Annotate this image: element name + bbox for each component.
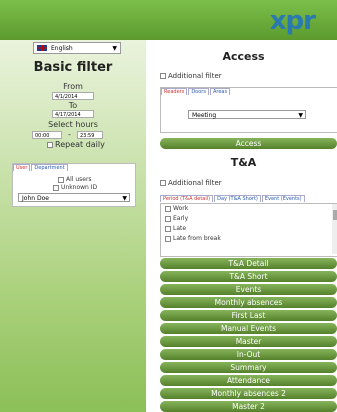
tab-period[interactable]: Period (T&A detail): [160, 195, 214, 202]
list-item[interactable]: Early: [161, 214, 337, 224]
list-item-checkbox[interactable]: [165, 205, 171, 212]
all-users-label: All users: [66, 176, 92, 183]
from-label: From: [63, 82, 83, 91]
list-item-checkbox[interactable]: [165, 235, 171, 242]
ta-short-button[interactable]: T&A Short: [160, 271, 337, 282]
list-item-label: Late: [173, 225, 187, 232]
ta-additional-filter-label: Additional filter: [168, 179, 222, 187]
list-item[interactable]: Late from break: [161, 234, 337, 244]
monthly-absences-2-button[interactable]: Monthly absences 2: [160, 388, 337, 399]
master-button[interactable]: Master: [160, 336, 337, 347]
reader-select[interactable]: Meeting ▼: [188, 110, 306, 119]
language-value: English: [51, 44, 73, 52]
monthly-absences-button[interactable]: Monthly absences: [160, 297, 337, 308]
xpr-logo: xpr: [269, 6, 316, 36]
events-button[interactable]: Events: [160, 284, 337, 295]
chevron-down-icon: ▼: [112, 44, 117, 52]
basic-filter-title: Basic filter: [33, 60, 113, 75]
repeat-daily-row[interactable]: Repeat daily: [47, 140, 105, 149]
all-users-checkbox[interactable]: [58, 176, 64, 183]
master-2-button[interactable]: Master 2: [160, 401, 337, 412]
tab-department[interactable]: Department: [31, 164, 68, 171]
list-item-label: Late from break: [173, 235, 221, 242]
repeat-daily-label: Repeat daily: [55, 140, 105, 149]
unknown-id-row[interactable]: Unknown ID: [53, 184, 97, 191]
list-item[interactable]: Work: [161, 204, 337, 214]
list-scrollbar[interactable]: [332, 204, 337, 254]
ta-additional-filter-checkbox[interactable]: [160, 180, 166, 186]
access-additional-filter-label: Additional filter: [168, 72, 222, 80]
tab-doors[interactable]: Doors: [188, 88, 209, 95]
ta-detail-button[interactable]: T&A Detail: [160, 258, 337, 269]
from-date-input[interactable]: 4/1/2014: [52, 92, 94, 100]
repeat-daily-checkbox[interactable]: [47, 141, 53, 148]
attendance-button[interactable]: Attendance: [160, 375, 337, 386]
user-select-value: John Doe: [22, 195, 49, 202]
tab-day[interactable]: Day (T&A Short): [214, 195, 261, 202]
unknown-id-label: Unknown ID: [61, 184, 98, 191]
in-out-button[interactable]: In-Out: [160, 349, 337, 360]
select-hours-label: Select hours: [48, 120, 98, 129]
unknown-id-checkbox[interactable]: [53, 184, 59, 191]
uk-flag-icon: [36, 44, 48, 52]
chevron-down-icon: ▼: [122, 195, 127, 202]
access-title: Access: [222, 50, 265, 63]
list-item-checkbox[interactable]: [165, 225, 171, 232]
chevron-down-icon: ▼: [298, 112, 303, 119]
access-additional-filter-checkbox[interactable]: [160, 73, 166, 79]
access-tabs: Readers Doors Areas: [161, 88, 337, 95]
hour-to-input[interactable]: 23:59: [77, 131, 103, 139]
user-tabs: User Department: [13, 164, 135, 171]
tab-event[interactable]: Event (Events): [261, 195, 305, 202]
scrollbar-thumb[interactable]: [333, 210, 337, 220]
manual-events-button[interactable]: Manual Events: [160, 323, 337, 334]
reader-select-value: Meeting: [192, 112, 217, 119]
list-item[interactable]: Late: [161, 224, 337, 234]
access-additional-filter[interactable]: Additional filter: [160, 72, 222, 80]
list-item-label: Early: [173, 215, 189, 222]
to-label: To: [68, 101, 78, 110]
summary-button[interactable]: Summary: [160, 362, 337, 373]
list-item-checkbox[interactable]: [165, 215, 171, 222]
tab-readers[interactable]: Readers: [161, 88, 188, 95]
user-select[interactable]: John Doe ▼: [18, 193, 130, 202]
hour-separator: -: [68, 130, 71, 139]
first-last-button[interactable]: First Last: [160, 310, 337, 321]
to-date-input[interactable]: 4/17/2014: [52, 110, 94, 118]
tab-user[interactable]: User: [13, 164, 31, 171]
ta-title: T&A: [230, 156, 257, 169]
ta-event-list: Work Early Late Late from break: [160, 203, 337, 257]
all-users-row[interactable]: All users: [58, 176, 92, 183]
language-select[interactable]: English ▼: [33, 42, 121, 54]
access-button[interactable]: Access: [160, 138, 337, 149]
ta-tabs: Period (T&A detail) Day (T&A Short) Even…: [160, 195, 337, 202]
tab-areas[interactable]: Areas: [209, 88, 231, 95]
ta-additional-filter[interactable]: Additional filter: [160, 179, 222, 187]
list-item-label: Work: [173, 205, 189, 212]
hour-from-input[interactable]: 00:00: [32, 131, 62, 139]
